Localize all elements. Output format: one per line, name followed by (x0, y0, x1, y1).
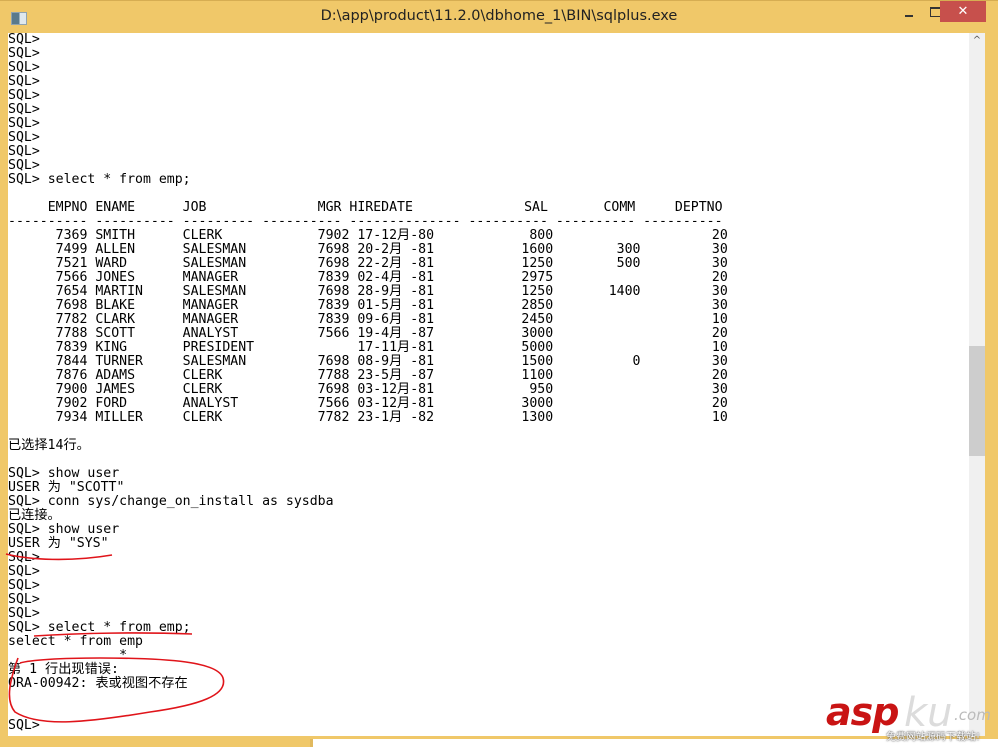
console-line: SQL> (8, 578, 40, 593)
console-line: SQL> (8, 116, 40, 131)
console-line: SQL> (8, 60, 40, 75)
console-line: 7521 WARD SALESMAN 7698 22-2月 -81 1250 5… (8, 256, 728, 271)
console-line: 7654 MARTIN SALESMAN 7698 28-9月 -81 1250… (8, 284, 728, 299)
console-line: SQL> (8, 606, 40, 621)
watermark-logo: asp ku .com 免费网站源码下载站! (826, 690, 996, 747)
watermark-suffix: .com (954, 706, 991, 724)
console-line: 7369 SMITH CLERK 7902 17-12月-80 800 20 (8, 228, 728, 243)
console-line: SQL> (8, 102, 40, 117)
console-line: SQL> (8, 592, 40, 607)
console-line: SQL> (8, 130, 40, 145)
console-line: SQL> show user (8, 522, 120, 537)
vertical-scrollbar[interactable]: ^ (969, 33, 985, 736)
console-output[interactable]: SQL> SQL> SQL> SQL> SQL> SQL> SQL> SQL> SQL> SQL>… (8, 33, 969, 736)
console-line: 7698 BLAKE MANAGER 7839 01-5月 -81 2850 3… (8, 298, 728, 313)
close-icon: ✕ (957, 4, 969, 19)
sqlplus-window: D:\app\product\11.2.0\dbhome_1\BIN\sqlpl… (0, 0, 998, 747)
console-line: 已连接。 (8, 508, 61, 523)
console-line: SQL> (8, 564, 40, 579)
console-line: 7782 CLARK MANAGER 7839 09-6月 -81 2450 1… (8, 312, 728, 327)
console-line: * (8, 648, 128, 663)
console-line: select * from emp (8, 634, 143, 649)
console-line: SQL> (8, 88, 40, 103)
console-lines: SQL> SQL> SQL> SQL> SQL> SQL> SQL> SQL> SQL> SQL>… (8, 33, 728, 733)
console-line: SQL> (8, 46, 40, 61)
console-line: SQL> (8, 144, 40, 159)
console-line: 7788 SCOTT ANALYST 7566 19-4月 -87 3000 2… (8, 326, 728, 341)
console-line: USER 为 "SCOTT" (8, 480, 125, 495)
window-title: D:\app\product\11.2.0\dbhome_1\BIN\sqlpl… (320, 8, 678, 24)
scroll-thumb[interactable] (969, 346, 985, 456)
console-line: 7876 ADAMS CLERK 7788 23-5月 -87 1100 20 (8, 368, 728, 383)
watermark-tagline: 免费网站源码下载站! (886, 732, 981, 743)
console-line: 第 1 行出现错误: (8, 662, 119, 677)
title-bar[interactable]: D:\app\product\11.2.0\dbhome_1\BIN\sqlpl… (0, 0, 998, 33)
minimize-icon (905, 14, 913, 17)
console-line: SQL> (8, 74, 40, 89)
console-line: ORA-00942: 表或视图不存在 (8, 676, 188, 691)
console-line: SQL> show user (8, 466, 120, 481)
close-button[interactable]: ✕ (940, 1, 986, 22)
console-line: SQL> (8, 158, 40, 173)
maximize-icon (929, 6, 941, 17)
console-line: USER 为 "SYS" (8, 536, 109, 551)
console-line: 7902 FORD ANALYST 7566 03-12月-81 3000 20 (8, 396, 728, 411)
console-line: 7900 JAMES CLERK 7698 03-12月-81 950 30 (8, 382, 728, 397)
console-line: SQL> select * from emp; (8, 172, 191, 187)
console-line: 7844 TURNER SALESMAN 7698 08-9月 -81 1500… (8, 354, 728, 369)
console-line: 已选择14行。 (8, 438, 90, 453)
console-line: SQL> (8, 718, 40, 733)
console-line: 7934 MILLER CLERK 7782 23-1月 -82 1300 10 (8, 410, 728, 425)
console-line: 7499 ALLEN SALESMAN 7698 20-2月 -81 1600 … (8, 242, 728, 257)
scroll-up-arrow-icon[interactable]: ^ (969, 33, 985, 49)
console-line: SQL> select * from emp; (8, 620, 191, 635)
console-line: ---------- ---------- --------- --------… (8, 214, 723, 229)
console-line: 7566 JONES MANAGER 7839 02-4月 -81 2975 2… (8, 270, 728, 285)
console-line: SQL> conn sys/change_on_install as sysdb… (8, 494, 334, 509)
console-line: EMPNO ENAME JOB MGR HIREDATE SAL COMM DE… (8, 200, 723, 215)
minimize-button[interactable] (897, 1, 921, 22)
console-line: SQL> (8, 33, 40, 47)
console-line: SQL> (8, 550, 40, 565)
console-line: 7839 KING PRESIDENT 17-11月-81 5000 10 (8, 340, 728, 355)
